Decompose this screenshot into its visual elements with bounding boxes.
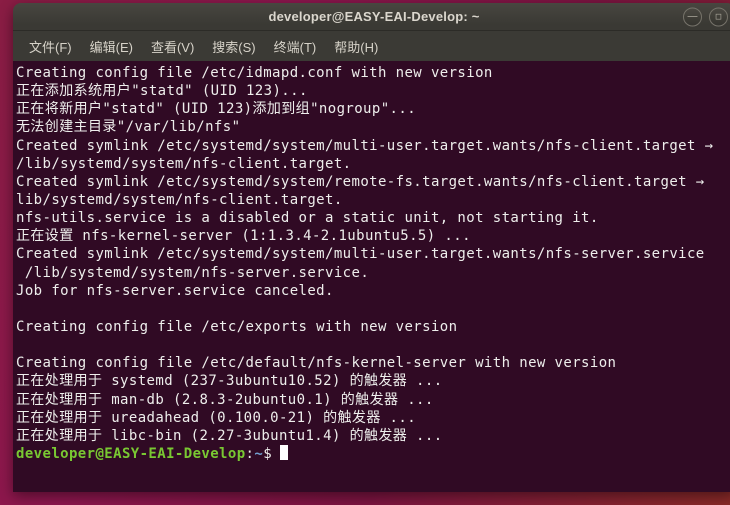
menu-item-3[interactable]: 搜索(S) <box>205 33 262 60</box>
terminal-line: 正在处理用于 man-db (2.8.3-2ubuntu0.1) 的触发器 ..… <box>16 391 434 408</box>
terminal-line: Created symlink /etc/systemd/system/remo… <box>16 173 705 190</box>
terminal-line: 正在添加系统用户"statd" (UID 123)... <box>16 83 308 100</box>
terminal-line: 正在将新用户"statd" (UID 123)添加到组"nogroup"... <box>16 101 417 118</box>
prompt-path: ~ <box>254 445 264 462</box>
prompt-line: developer@EASY-EAI-Develop:~$ <box>16 444 730 463</box>
maximize-button[interactable]: ▫ <box>709 7 728 26</box>
terminal-line: 正在处理用于 ureadahead (0.100.0-21) 的触发器 ... <box>16 409 417 426</box>
window-controls: — ▫ <box>683 7 728 26</box>
terminal-line: Creating config file /etc/idmapd.conf wi… <box>16 65 493 81</box>
menu-item-5[interactable]: 帮助(H) <box>327 33 385 60</box>
terminal-line: Created symlink /etc/systemd/system/mult… <box>16 246 705 263</box>
minimize-icon: — <box>687 9 698 23</box>
terminal-line: Job for nfs-server.service canceled. <box>16 282 334 299</box>
prompt-user-host: developer@EASY-EAI-Develop <box>16 445 246 462</box>
window-title: developer@EASY-EAI-Develop: ~ <box>268 9 480 24</box>
terminal-line: 正在处理用于 libc-bin (2.27-3ubuntu1.4) 的触发器 .… <box>16 427 443 444</box>
prompt-dollar: $ <box>263 445 273 462</box>
minimize-button[interactable]: — <box>683 7 702 26</box>
menu-item-0[interactable]: 文件(F) <box>22 33 79 60</box>
terminal-line: 正在设置 nfs-kernel-server (1:1.3.4-2.1ubunt… <box>16 228 471 245</box>
terminal-line: nfs-utils.service is a disabled or a sta… <box>16 210 599 227</box>
terminal-line: Creating config file /etc/exports with n… <box>16 318 458 335</box>
menu-item-2[interactable]: 查看(V) <box>144 33 201 60</box>
terminal-output[interactable]: Creating config file /etc/idmapd.conf wi… <box>13 61 730 492</box>
maximize-icon: ▫ <box>714 9 723 23</box>
terminal-line: lib/systemd/system/nfs-client.target. <box>16 191 343 208</box>
terminal-window: developer@EASY-EAI-Develop: ~ — ▫ 文件(F) 编… <box>13 3 730 492</box>
menu-item-4[interactable]: 终端(T) <box>267 33 324 60</box>
terminal-line: 无法创建主目录"/var/lib/nfs" <box>16 119 241 136</box>
terminal-line: /lib/systemd/system/nfs-server.service. <box>16 264 370 281</box>
terminal-cursor <box>280 444 289 460</box>
terminal-line: /lib/systemd/system/nfs-client.target. <box>16 155 352 172</box>
titlebar[interactable]: developer@EASY-EAI-Develop: ~ — ▫ <box>13 3 730 31</box>
terminal-line: Creating config file /etc/default/nfs-ke… <box>16 355 617 372</box>
terminal-line: Created symlink /etc/systemd/system/mult… <box>16 137 714 154</box>
menubar: 文件(F) 编辑(E) 查看(V) 搜索(S) 终端(T) 帮助(H) <box>13 31 730 61</box>
menu-item-1[interactable]: 编辑(E) <box>83 33 140 60</box>
terminal-line: 正在处理用于 systemd (237-3ubuntu10.52) 的触发器 .… <box>16 373 443 390</box>
